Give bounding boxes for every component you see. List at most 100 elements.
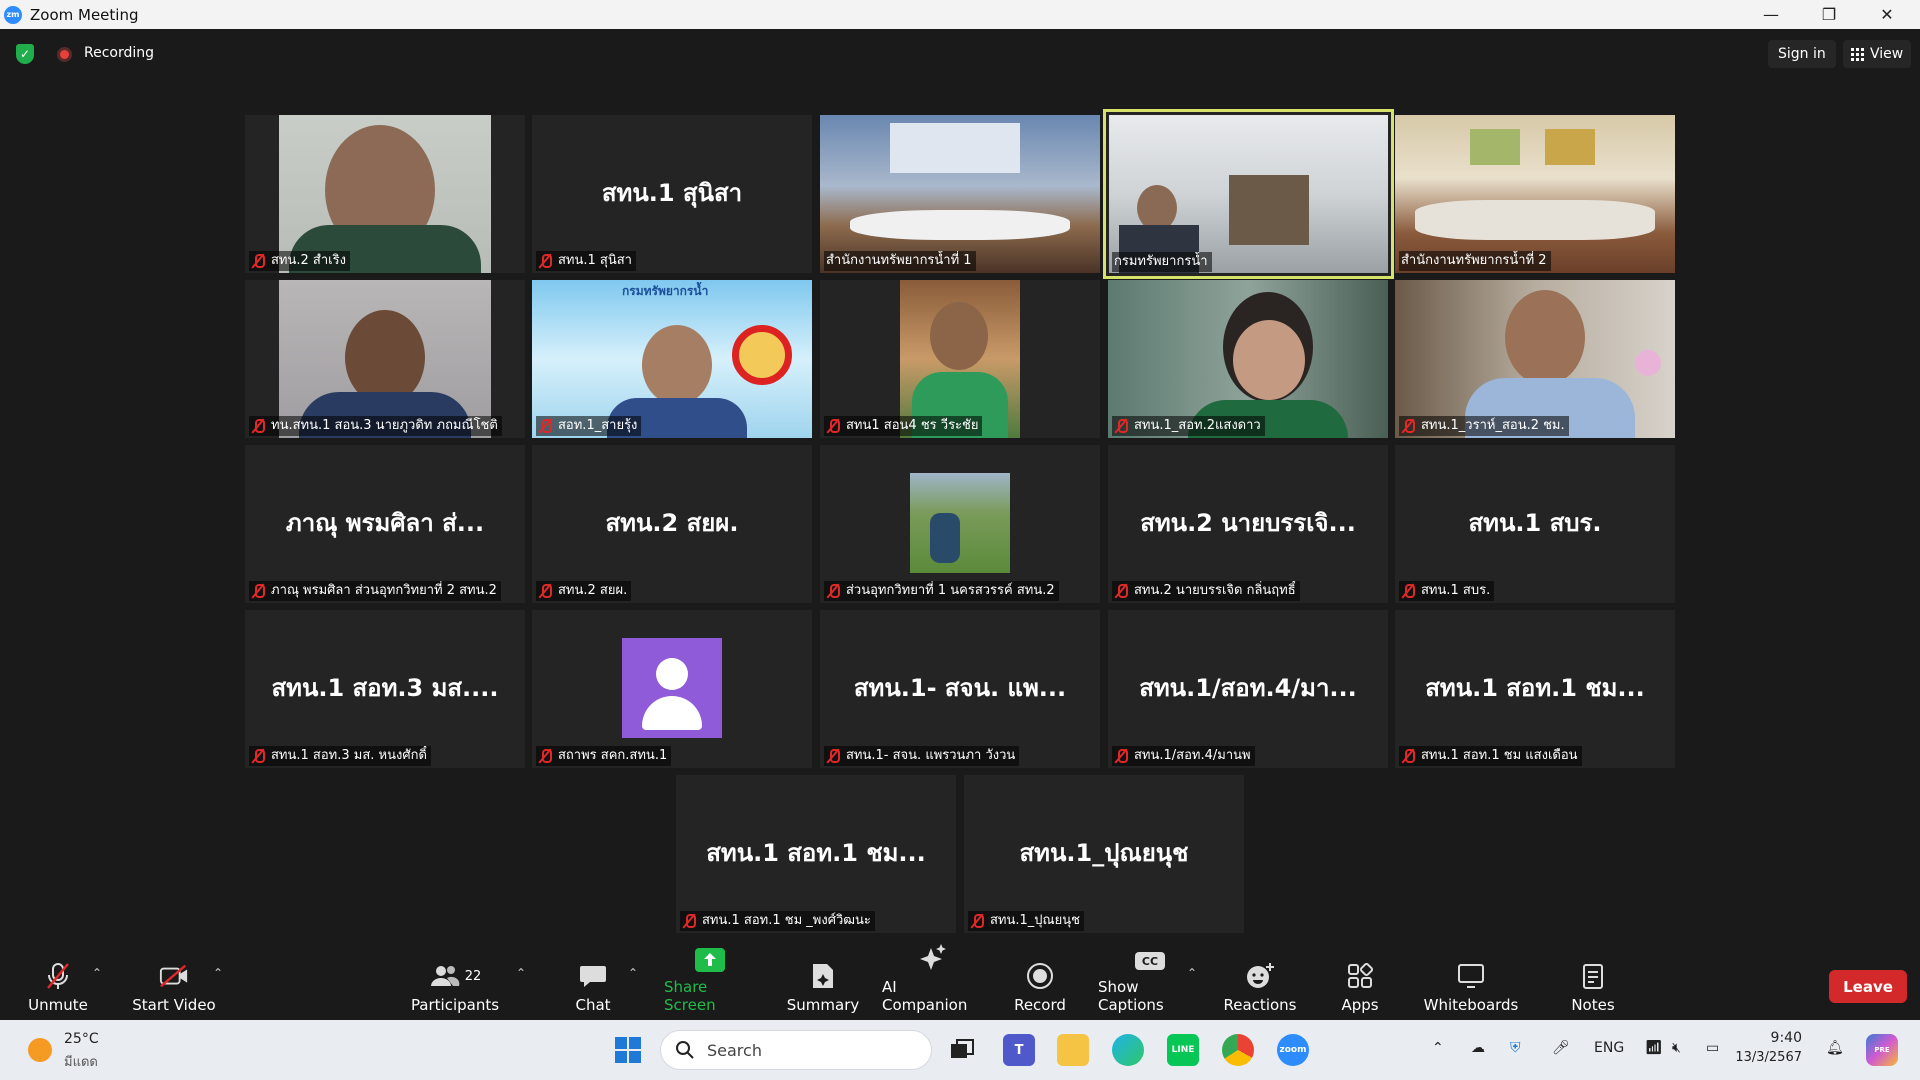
edge-browser-icon[interactable] <box>1112 1034 1144 1066</box>
battery-icon[interactable]: ▭ <box>1706 1040 1719 1056</box>
recording-label: Recording <box>84 45 155 61</box>
active-speaker-tile[interactable]: กรมทรัพยากรน้ำ <box>1103 109 1394 279</box>
notifications-bell-icon[interactable]: 🔔︎ <box>1826 1040 1844 1056</box>
temperature[interactable]: 25°C <box>64 1031 99 1047</box>
microphone-icon[interactable]: 🎤︎ <box>1552 1040 1570 1056</box>
participant-tile[interactable]: สทน.1/สอท.4/มา... สทน.1/สอท.4/มานพ <box>1108 610 1388 768</box>
participant-tile[interactable]: สทน.1 สุนิสา สทน.1 สุนิสา <box>532 115 812 273</box>
participants-caret-icon[interactable]: ⌃ <box>516 966 526 980</box>
participant-tile[interactable]: สทน1 สอน4 ชร วีระชัย <box>820 280 1100 438</box>
muted-mic-icon <box>826 583 840 599</box>
participant-name-label: สทน.1 สุนิสา <box>536 251 636 271</box>
participant-name: สถาพร สคก.สทน.1 <box>558 748 668 763</box>
audio-options-caret-icon[interactable]: ⌃ <box>92 966 102 980</box>
share-screen-button[interactable]: Share Screen <box>664 948 756 1020</box>
participant-tile[interactable]: สทน.2 สยผ. สทน.2 สยผ. <box>532 445 812 603</box>
onedrive-cloud-icon[interactable]: ☁ <box>1471 1040 1485 1056</box>
view-button[interactable]: View <box>1843 40 1912 68</box>
security-shield-icon[interactable]: ✓ <box>16 44 34 64</box>
participant-tile[interactable]: สทน.2 สำเริง <box>245 115 525 273</box>
sign-in-button[interactable]: Sign in <box>1768 40 1836 68</box>
minimize-button[interactable]: — <box>1742 0 1800 29</box>
apps-icon <box>1345 962 1375 990</box>
record-button[interactable]: Record <box>1014 952 1066 1020</box>
show-captions-button[interactable]: CC Show Captions <box>1098 952 1202 1020</box>
participant-tile[interactable]: สำนักงานทรัพยากรน้ำที่ 1 <box>820 115 1100 273</box>
teams-icon[interactable]: T <box>1003 1034 1035 1066</box>
start-video-button[interactable]: Start Video <box>132 952 216 1020</box>
zoom-app-icon[interactable]: zoom <box>1277 1034 1309 1066</box>
participant-tile[interactable]: สทน.1 สบร. สทน.1 สบร. <box>1395 445 1675 603</box>
reactions-button[interactable]: Reactions <box>1224 952 1296 1020</box>
ai-companion-button[interactable]: AI Companion <box>882 944 982 1020</box>
copilot-icon[interactable]: PRE <box>1866 1034 1898 1066</box>
participant-name: ภาณุ พรมศิลา ส่วนอุทกวิทยาที่ 2 สทน.2 <box>271 583 497 598</box>
participant-tile[interactable]: สทน.1- สจน. แพ... สทน.1- สจน. แพรวนภา วั… <box>820 610 1100 768</box>
file-explorer-icon[interactable] <box>1057 1034 1089 1066</box>
participants-icon: 22 <box>425 962 485 990</box>
participants-label: Participants <box>410 996 500 1014</box>
participant-tile[interactable]: สทน.2 นายบรรเจิ... สทน.2 นายบรรเจิด กลิ่… <box>1108 445 1388 603</box>
unmute-button[interactable]: Unmute <box>22 952 94 1020</box>
participant-tile[interactable]: กรมทรัพยากรน้ำ สอท.1_สายรุ้ง <box>532 280 812 438</box>
participant-tile[interactable]: สทน.1_สอท.2แสงดาว <box>1108 280 1388 438</box>
chat-button[interactable]: Chat <box>570 952 616 1020</box>
clock-date[interactable]: 13/3/2567 <box>1730 1050 1802 1065</box>
chrome-browser-icon[interactable] <box>1222 1034 1254 1066</box>
video-options-caret-icon[interactable]: ⌃ <box>213 966 223 980</box>
muted-mic-icon <box>251 748 265 764</box>
participant-tile[interactable]: สทน.1 สอท.1 ชม... สทน.1 สอท.1 ชม _พงศ์วิ… <box>676 775 956 933</box>
weather-sun-icon[interactable] <box>28 1038 52 1062</box>
participant-display-name: สทน.2 สยผ. <box>605 509 739 537</box>
apps-label: Apps <box>1341 996 1379 1014</box>
input-language[interactable]: ENG <box>1594 1040 1624 1056</box>
participant-tile[interactable]: สถาพร สคก.สทน.1 <box>532 610 812 768</box>
apps-button[interactable]: Apps <box>1338 952 1382 1020</box>
chat-caret-icon[interactable]: ⌃ <box>628 966 638 980</box>
participant-name-label: ทน.สทน.1 สอน.3 นายภูวดิท ภถมณีโชติ <box>249 416 502 436</box>
line-app-icon[interactable]: LINE <box>1167 1034 1199 1066</box>
participant-tile[interactable]: สทน.1_วราห์_สอน.2 ชม. <box>1395 280 1675 438</box>
participant-name-label: สทน1 สอน4 ชร วีระชัย <box>824 416 983 436</box>
wifi-icon[interactable]: 📶︎ <box>1645 1040 1663 1056</box>
muted-mic-icon <box>538 418 552 434</box>
summary-button[interactable]: Summary <box>787 952 859 1020</box>
show-hidden-icons-chevron-icon[interactable]: ⌃ <box>1432 1040 1444 1056</box>
participant-name: สทน.1 สอท.1 ชม _พงศ์วิฒนะ <box>702 913 871 928</box>
share-screen-label: Share Screen <box>664 978 716 1014</box>
taskbar-search-input[interactable]: Search <box>660 1030 932 1070</box>
participant-name-label: สทน.1- สจน. แพรวนภา วังวน <box>824 746 1020 766</box>
notes-button[interactable]: Notes <box>1568 952 1618 1020</box>
participants-button[interactable]: 22 Participants <box>410 952 500 1020</box>
search-placeholder: Search <box>707 1040 762 1060</box>
participant-tile[interactable]: ภาณุ พรมศิลา ส่... ภาณุ พรมศิลา ส่วนอุทก… <box>245 445 525 603</box>
participant-tile[interactable]: สทน.1 สอท.1 ชม... สทน.1 สอท.1 ชม แสงเดือ… <box>1395 610 1675 768</box>
video-feed <box>820 115 1100 273</box>
clock-time[interactable]: 9:40 <box>1746 1030 1802 1046</box>
whiteboards-button[interactable]: Whiteboards <box>1424 952 1518 1020</box>
participant-tile[interactable]: ส่วนอุทกวิทยาที่ 1 นครสวรรค์ สทน.2 <box>820 445 1100 603</box>
participant-name-label: สถาพร สคก.สทน.1 <box>536 746 672 766</box>
close-button[interactable]: ✕ <box>1858 0 1916 29</box>
restore-button[interactable]: ❐ <box>1800 0 1858 29</box>
recording-icon[interactable] <box>57 47 72 62</box>
captions-caret-icon[interactable]: ⌃ <box>1187 966 1197 980</box>
participant-name: ทน.สทน.1 สอน.3 นายภูวดิท ภถมณีโชติ <box>271 418 498 433</box>
windows-security-icon[interactable]: ⛨ <box>1510 1040 1521 1056</box>
windows-start-icon[interactable] <box>612 1034 644 1066</box>
participant-name-label: สทน.2 นายบรรเจิด กลิ่นฤทธิ์ <box>1112 581 1300 601</box>
participant-tile[interactable]: สทน.1_ปุณยนุช สทน.1_ปุณยนุช <box>964 775 1244 933</box>
muted-mic-icon <box>1401 583 1415 599</box>
participant-tile[interactable]: สำนักงานทรัพยากรน้ำที่ 2 <box>1395 115 1675 273</box>
participant-tile[interactable]: สทน.1 สอท.3 มส.... สทน.1 สอท.3 มส. หนงศั… <box>245 610 525 768</box>
participant-name-label: สทน.1_วราห์_สอน.2 ชม. <box>1399 416 1569 436</box>
participant-tile[interactable]: ทน.สทน.1 สอน.3 นายภูวดิท ภถมณีโชติ <box>245 280 525 438</box>
participant-name: สทน.2 นายบรรเจิด กลิ่นฤทธิ์ <box>1134 583 1296 598</box>
volume-muted-icon[interactable]: 🔇︎ <box>1672 1040 1681 1056</box>
muted-mic-icon <box>538 748 552 764</box>
participant-display-name: สทน.1 สอท.3 มส.... <box>271 674 499 702</box>
participant-display-name: สทน.1 สอท.1 ชม... <box>1425 674 1645 702</box>
task-view-icon[interactable] <box>946 1034 978 1066</box>
start-video-label: Start Video <box>132 996 216 1014</box>
leave-button[interactable]: Leave <box>1829 970 1907 1003</box>
